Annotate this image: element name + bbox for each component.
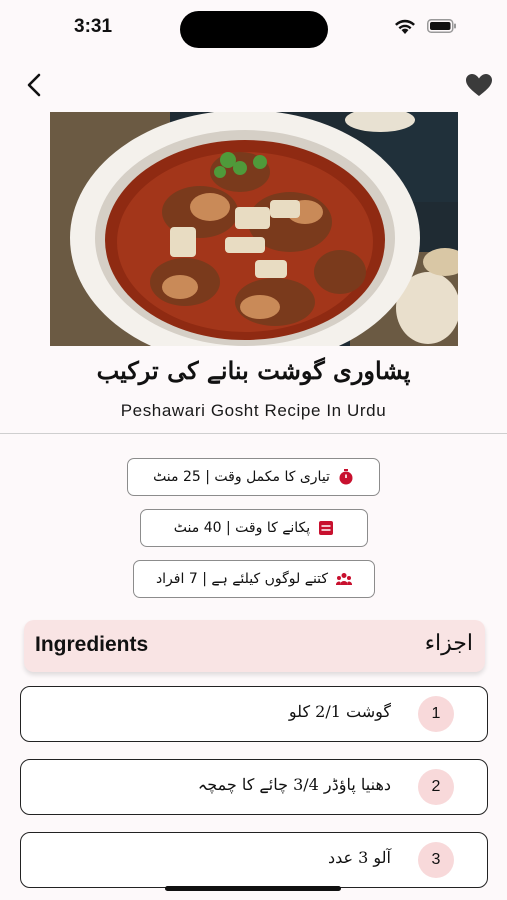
back-icon[interactable]	[22, 70, 48, 100]
people-icon	[336, 573, 353, 585]
divider	[0, 433, 507, 434]
heart-icon[interactable]	[464, 72, 494, 98]
home-indicator[interactable]	[165, 886, 341, 891]
wifi-icon	[395, 19, 415, 34]
recipe-image	[50, 112, 458, 346]
status-time: 3:31	[74, 16, 113, 37]
prep-time-pill: تیاری کا مکمل وقت | 25 منٹ	[127, 458, 380, 496]
recipe-title-english: Peshawari Gosht Recipe In Urdu	[120, 401, 387, 420]
ingredient-row[interactable]: 2 دھنیا پاؤڈر 3/4 چائے کا چمچہ	[20, 759, 488, 815]
ingredient-number: 2	[418, 769, 454, 805]
ingredient-row[interactable]: 1 گوشت 2/1 کلو	[20, 686, 488, 742]
servings-pill: کتنے لوگوں کیلئے ہے | 7 افراد	[133, 560, 375, 598]
ingredient-number: 3	[418, 842, 454, 878]
ingredient-text: دھنیا پاؤڈر 3/4 چائے کا چمچہ	[197, 775, 391, 794]
recipe-title-urdu: پشاوری گوشت بنانے کی ترکیب	[96, 356, 411, 385]
ingredient-number: 1	[418, 696, 454, 732]
cook-time-pill: پکانے کا وقت | 40 منٹ	[140, 509, 368, 547]
ingredients-title-english: Ingredients	[35, 633, 149, 656]
cook-time-text: پکانے کا وقت | 40 منٹ	[173, 520, 311, 536]
stopwatch-icon	[339, 469, 353, 485]
ingredient-text: آلو 3 عدد	[327, 848, 391, 867]
dynamic-island	[180, 11, 328, 48]
prep-time-text: تیاری کا مکمل وقت | 25 منٹ	[153, 469, 330, 485]
ingredient-text: گوشت 2/1 کلو	[288, 702, 391, 721]
ingredients-title-urdu: اجزاء	[424, 631, 473, 656]
ingredient-row[interactable]: 3 آلو 3 عدد	[20, 832, 488, 888]
status-bar: 3:31	[0, 0, 507, 56]
ingredients-header: Ingredients اجزاء	[24, 620, 485, 672]
battery-icon	[427, 19, 456, 33]
servings-text: کتنے لوگوں کیلئے ہے | 7 افراد	[155, 571, 329, 587]
calendar-icon	[319, 521, 334, 535]
